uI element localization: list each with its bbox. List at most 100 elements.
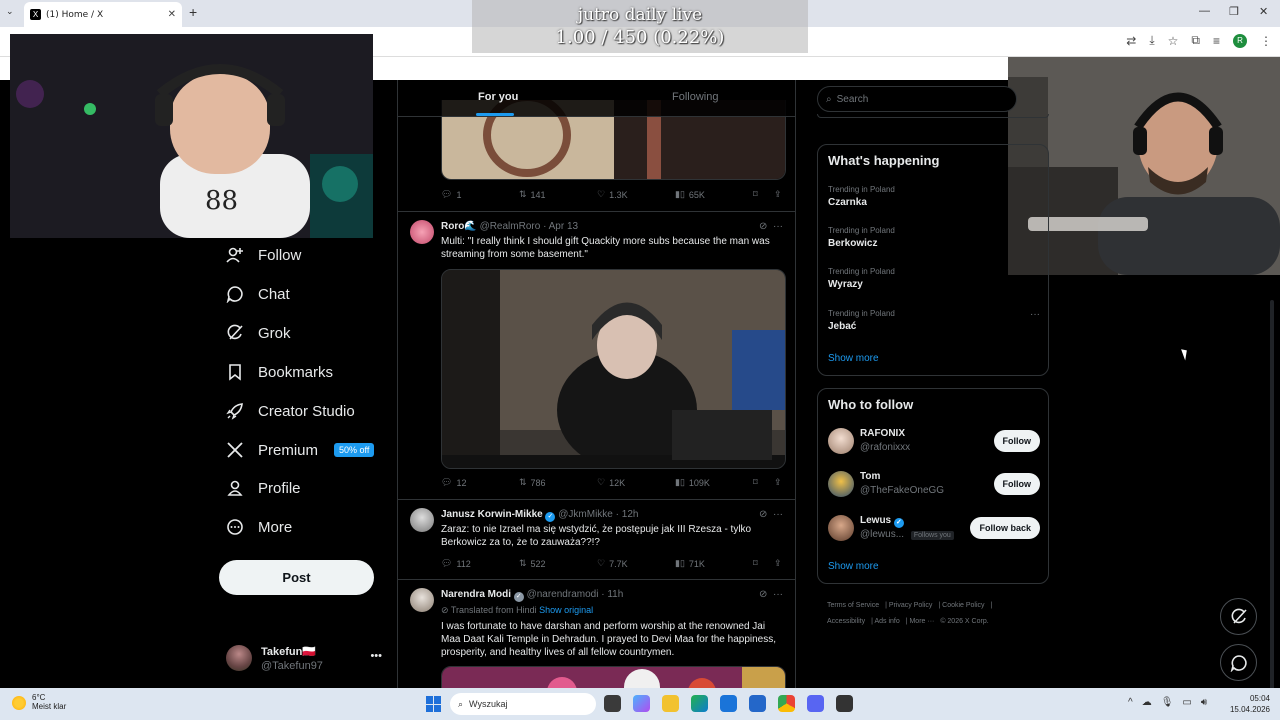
nav-grok[interactable]: Grok bbox=[226, 318, 291, 348]
reply-button[interactable]: 💬︎ 1 bbox=[441, 189, 461, 200]
trend-item[interactable]: Trending in Poland Jebać ··· bbox=[828, 309, 1040, 332]
grok-fab-button[interactable] bbox=[1220, 598, 1257, 635]
tweet-avatar[interactable] bbox=[410, 220, 434, 244]
suggestion-avatar[interactable] bbox=[828, 428, 854, 454]
footer-terms-link[interactable]: Terms of Service bbox=[827, 602, 879, 609]
tab-search-chevron-icon[interactable]: ⌄ bbox=[6, 6, 14, 17]
nav-chat[interactable]: Chat bbox=[226, 279, 290, 309]
nav-bookmarks[interactable]: Bookmarks bbox=[226, 357, 333, 387]
who-to-follow-show-more-link[interactable]: Show more bbox=[828, 561, 879, 572]
tweet[interactable]: Janusz Korwin-Mikke ✓ @JkmMikke · 12h ⊘ … bbox=[398, 499, 795, 579]
suggestion-avatar[interactable] bbox=[828, 471, 854, 497]
tweet-more-icon[interactable]: ··· bbox=[773, 221, 783, 232]
bookmark-tweet-icon[interactable]: ⌑ bbox=[753, 558, 758, 569]
bookmark-tweet-icon[interactable]: ⌑ bbox=[753, 477, 758, 488]
suggestion-name-row[interactable]: Lewus ✓ bbox=[860, 515, 904, 528]
account-switcher[interactable]: Takefun🇵🇱 @Takefun97 ••• bbox=[226, 643, 386, 675]
chrome-icon[interactable] bbox=[778, 695, 795, 712]
messages-fab-button[interactable] bbox=[1220, 644, 1257, 681]
bookmark-tweet-icon[interactable]: ⌑ bbox=[753, 189, 758, 200]
repost-button[interactable]: ⇅ 141 bbox=[519, 189, 546, 200]
page-scrollbar[interactable] bbox=[1270, 300, 1274, 690]
like-button[interactable]: ♡ 12K bbox=[597, 477, 625, 488]
tweet-author-handle[interactable]: @JkmMikke bbox=[558, 509, 613, 520]
views-button[interactable]: ▮▯ 109K bbox=[675, 477, 710, 488]
suggestion-avatar[interactable] bbox=[828, 515, 854, 541]
extensions-icon[interactable]: ⧉ bbox=[1191, 33, 1200, 48]
store-icon[interactable] bbox=[749, 695, 766, 712]
footer-accessibility-link[interactable]: Accessibility bbox=[827, 618, 865, 625]
trend-item[interactable]: Trending in Poland Berkowicz bbox=[828, 226, 1040, 249]
repost-button[interactable]: ⇅ 522 bbox=[519, 558, 546, 569]
nav-creator-studio[interactable]: Creator Studio bbox=[226, 396, 355, 426]
install-app-icon[interactable]: ⤓ bbox=[1149, 33, 1154, 48]
profile-avatar-icon[interactable]: R bbox=[1233, 33, 1247, 48]
tweet-more-icon[interactable]: ··· bbox=[773, 589, 783, 600]
tweet-author-name[interactable]: Janusz Korwin-Mikke bbox=[441, 509, 543, 520]
grok-explain-icon[interactable]: ⊘ bbox=[759, 509, 767, 520]
minimize-icon[interactable]: — bbox=[1199, 5, 1210, 17]
tab-for-you[interactable]: For you bbox=[478, 91, 518, 103]
browser-menu-icon[interactable]: ⋮ bbox=[1260, 34, 1272, 48]
post-button[interactable]: Post bbox=[219, 560, 374, 595]
share-icon[interactable]: ⇪ bbox=[774, 477, 782, 488]
tweet-author-name[interactable]: Narendra Modi bbox=[441, 589, 511, 600]
views-button[interactable]: ▮▯ 65K bbox=[675, 189, 705, 200]
nav-more[interactable]: More bbox=[226, 512, 292, 542]
tweet-media[interactable] bbox=[441, 269, 786, 469]
follow-suggestion[interactable]: RAFONIX @rafonixxx Follow bbox=[828, 426, 1040, 458]
translate-icon[interactable]: ⇄ bbox=[1126, 34, 1136, 48]
reply-button[interactable]: 💬︎ 112 bbox=[441, 558, 471, 569]
like-button[interactable]: ♡ 1.3K bbox=[597, 189, 628, 200]
browser-tab[interactable]: X (1) Home / X ✕ bbox=[24, 2, 182, 27]
tweet[interactable]: Narendra Modi ✓ @narendramodi · 11h ⊘ ··… bbox=[398, 579, 795, 688]
search-input[interactable]: ⌕ Search bbox=[817, 86, 1017, 112]
tweet-avatar[interactable] bbox=[410, 588, 434, 612]
discord-icon[interactable] bbox=[807, 695, 824, 712]
footer-more-link[interactable]: More ··· bbox=[909, 618, 934, 625]
tweet-avatar[interactable] bbox=[410, 508, 434, 532]
app-icon[interactable] bbox=[836, 695, 853, 712]
suggestion-name[interactable]: Tom bbox=[860, 471, 880, 482]
taskbar-search[interactable]: ⌕ Wyszukaj bbox=[450, 693, 596, 715]
file-explorer-icon[interactable] bbox=[662, 695, 679, 712]
grok-explain-icon[interactable]: ⊘ bbox=[759, 221, 767, 232]
network-icon[interactable]: ▭ bbox=[1182, 697, 1191, 708]
taskbar-clock[interactable]: 05:04 15.04.2026 bbox=[1226, 693, 1270, 715]
trends-show-more-link[interactable]: Show more bbox=[828, 353, 879, 364]
follow-suggestion[interactable]: Tom @TheFakeOneGG Follow bbox=[828, 469, 1040, 501]
edge-icon[interactable] bbox=[691, 695, 708, 712]
media-controls-icon[interactable]: ≡ bbox=[1213, 34, 1220, 48]
grok-explain-icon[interactable]: ⊘ bbox=[759, 589, 767, 600]
footer-ads-link[interactable]: Ads info bbox=[874, 618, 899, 625]
nav-premium[interactable]: Premium 50% off bbox=[226, 435, 375, 465]
trend-more-icon[interactable]: ··· bbox=[1030, 309, 1040, 320]
show-original-link[interactable]: Show original bbox=[539, 605, 593, 615]
volume-icon[interactable]: 🔊︎ bbox=[1201, 697, 1207, 708]
new-tab-button[interactable]: + bbox=[189, 4, 197, 20]
views-button[interactable]: ▮▯ 71K bbox=[675, 558, 705, 569]
onedrive-icon[interactable]: ☁ bbox=[1142, 697, 1152, 708]
tweet-more-icon[interactable]: ··· bbox=[773, 509, 783, 520]
account-more-icon[interactable]: ••• bbox=[370, 650, 382, 662]
tweet-author-handle[interactable]: @RealmRoro bbox=[480, 221, 541, 232]
outlook-icon[interactable] bbox=[720, 695, 737, 712]
tray-chevron-icon[interactable]: ^ bbox=[1128, 697, 1133, 708]
close-window-icon[interactable]: ✕ bbox=[1259, 5, 1268, 18]
copilot-icon[interactable] bbox=[633, 695, 650, 712]
tab-following[interactable]: Following bbox=[672, 91, 718, 103]
tweet[interactable]: Roro🌊 @RealmRoro · Apr 13 ⊘ ··· Multi: "… bbox=[398, 211, 795, 499]
task-view-icon[interactable] bbox=[604, 695, 621, 712]
maximize-icon[interactable]: ❐ bbox=[1229, 5, 1239, 18]
reply-button[interactable]: 💬︎ 12 bbox=[441, 477, 466, 488]
weather-widget[interactable]: 6°C Meist klar bbox=[12, 693, 66, 711]
tweet-time[interactable]: 11h bbox=[607, 589, 623, 600]
suggestion-name[interactable]: RAFONIX bbox=[860, 428, 905, 439]
tweet-time[interactable]: 12h bbox=[622, 509, 639, 520]
tweet-media[interactable] bbox=[441, 666, 786, 688]
microphone-icon[interactable]: 🎙︎ bbox=[1161, 697, 1174, 708]
follow-back-button[interactable]: Follow back bbox=[970, 517, 1040, 539]
trend-item[interactable]: Trending in Poland Czarnka bbox=[828, 185, 1040, 208]
follow-suggestion[interactable]: Lewus ✓ @lewus... Follows you Follow bac… bbox=[828, 513, 1040, 545]
follow-button[interactable]: Follow bbox=[993, 473, 1040, 495]
